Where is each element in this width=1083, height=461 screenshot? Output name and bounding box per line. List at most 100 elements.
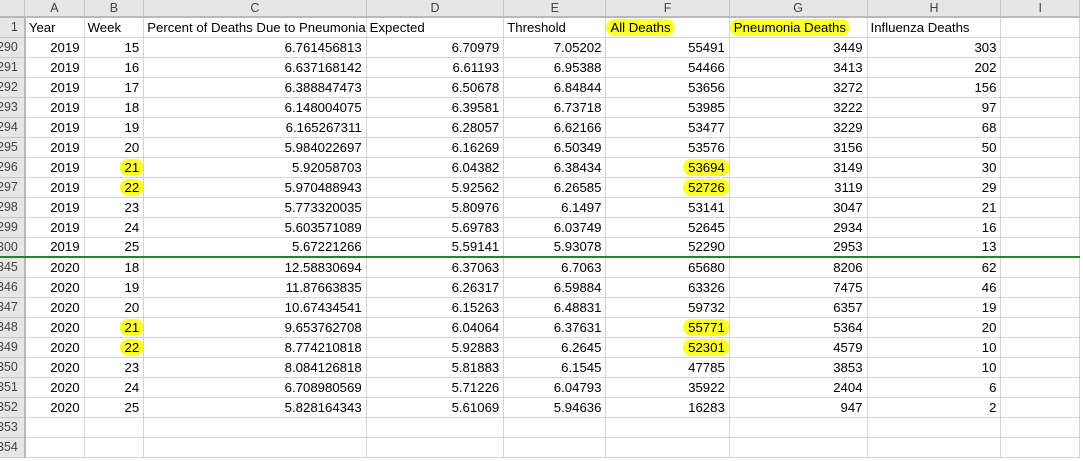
header-cell[interactable]: Pneumonia Deaths xyxy=(729,17,868,38)
cell[interactable] xyxy=(1000,237,1080,258)
header-cell[interactable]: All Deaths xyxy=(605,17,730,38)
column-header-i[interactable]: I xyxy=(1000,0,1080,18)
cell[interactable]: 2019 xyxy=(24,137,85,158)
cell[interactable]: 5.92562 xyxy=(366,177,505,198)
cell[interactable]: 16 xyxy=(867,217,1002,238)
cell[interactable]: 6.50349 xyxy=(503,137,607,158)
cell[interactable]: 8206 xyxy=(729,257,868,278)
cell[interactable]: 22 xyxy=(84,337,145,358)
cell[interactable] xyxy=(1000,97,1080,118)
cell[interactable]: 6.7063 xyxy=(503,257,607,278)
cell[interactable]: 53656 xyxy=(605,77,730,98)
row-header[interactable]: 350 xyxy=(0,357,26,378)
cell[interactable]: 6.708980569 xyxy=(143,377,367,398)
cell[interactable]: 59732 xyxy=(605,297,730,318)
cell[interactable]: 62 xyxy=(867,257,1002,278)
cell[interactable]: 52726 xyxy=(605,177,730,198)
cell[interactable] xyxy=(1000,297,1080,318)
cell[interactable]: 5.603571089 xyxy=(143,217,367,238)
cell[interactable]: 3449 xyxy=(729,37,868,58)
cell[interactable]: 19 xyxy=(867,297,1002,318)
row-header[interactable]: 293 xyxy=(0,97,26,118)
cell[interactable]: 35922 xyxy=(605,377,730,398)
cell[interactable]: 2020 xyxy=(24,297,85,318)
cell[interactable]: 21 xyxy=(867,197,1002,218)
cell[interactable]: 6.04382 xyxy=(366,157,505,178)
cell[interactable]: 6.48831 xyxy=(503,297,607,318)
cell[interactable]: 16283 xyxy=(605,397,730,418)
row-header[interactable]: 298 xyxy=(0,197,26,218)
cell[interactable]: 6.95388 xyxy=(503,57,607,78)
row-header[interactable]: 290 xyxy=(0,37,26,58)
row-header[interactable]: 297 xyxy=(0,177,26,198)
row-header[interactable]: 348 xyxy=(0,317,26,338)
cell[interactable] xyxy=(84,437,145,458)
cell[interactable]: 29 xyxy=(867,177,1002,198)
cell[interactable]: 303 xyxy=(867,37,1002,58)
row-header[interactable]: 299 xyxy=(0,217,26,238)
cell[interactable]: 6.39581 xyxy=(366,97,505,118)
row-header[interactable]: 346 xyxy=(0,277,26,298)
cell[interactable]: 202 xyxy=(867,57,1002,78)
cell[interactable] xyxy=(1000,157,1080,178)
cell[interactable]: 53477 xyxy=(605,117,730,138)
column-header-g[interactable]: G xyxy=(729,0,868,18)
row-header[interactable]: 294 xyxy=(0,117,26,138)
header-cell[interactable]: Influenza Deaths xyxy=(867,17,1002,38)
cell[interactable]: 52290 xyxy=(605,237,730,258)
cell[interactable] xyxy=(366,417,505,438)
header-cell[interactable]: Week xyxy=(84,17,145,38)
cell[interactable] xyxy=(1000,177,1080,198)
cell[interactable] xyxy=(1000,77,1080,98)
column-header-e[interactable]: E xyxy=(503,0,607,18)
cell[interactable]: 25 xyxy=(84,397,145,418)
cell[interactable]: 15 xyxy=(84,37,145,58)
cell[interactable]: 22 xyxy=(84,177,145,198)
cell[interactable]: 5.93078 xyxy=(503,237,607,258)
row-header[interactable]: 1 xyxy=(0,17,26,38)
cell[interactable]: 53694 xyxy=(605,157,730,178)
cell[interactable]: 2020 xyxy=(24,397,85,418)
cell[interactable]: 3149 xyxy=(729,157,868,178)
row-header[interactable]: 353 xyxy=(0,417,26,438)
cell[interactable]: 55771 xyxy=(605,317,730,338)
cell[interactable]: 30 xyxy=(867,157,1002,178)
cell[interactable] xyxy=(1000,217,1080,238)
cell[interactable]: 10 xyxy=(867,357,1002,378)
cell[interactable] xyxy=(1000,37,1080,58)
cell[interactable]: 97 xyxy=(867,97,1002,118)
cell[interactable]: 6 xyxy=(867,377,1002,398)
cell[interactable] xyxy=(1000,117,1080,138)
cell[interactable]: 6.04793 xyxy=(503,377,607,398)
cell[interactable]: 18 xyxy=(84,257,145,278)
cell[interactable]: 19 xyxy=(84,277,145,298)
cell[interactable]: 3156 xyxy=(729,137,868,158)
cell[interactable]: 7475 xyxy=(729,277,868,298)
cell[interactable]: 6.26317 xyxy=(366,277,505,298)
cell[interactable]: 6.62166 xyxy=(503,117,607,138)
cell[interactable]: 55491 xyxy=(605,37,730,58)
cell[interactable]: 17 xyxy=(84,77,145,98)
cell[interactable]: 947 xyxy=(729,397,868,418)
cell[interactable] xyxy=(366,437,505,458)
cell[interactable]: 2019 xyxy=(24,117,85,138)
cell[interactable]: 46 xyxy=(867,277,1002,298)
cell[interactable]: 16 xyxy=(84,57,145,78)
cell[interactable]: 53985 xyxy=(605,97,730,118)
cell[interactable]: 4579 xyxy=(729,337,868,358)
cell[interactable]: 20 xyxy=(867,317,1002,338)
cell[interactable] xyxy=(1000,197,1080,218)
cell[interactable]: 2020 xyxy=(24,357,85,378)
cell[interactable]: 5.59141 xyxy=(366,237,505,258)
cell[interactable]: 6.73718 xyxy=(503,97,607,118)
cell[interactable]: 18 xyxy=(84,97,145,118)
cell[interactable]: 6.2645 xyxy=(503,337,607,358)
cell[interactable]: 2020 xyxy=(24,257,85,278)
cell[interactable]: 5.92883 xyxy=(366,337,505,358)
cell[interactable] xyxy=(1000,397,1080,418)
cell[interactable]: 5.61069 xyxy=(366,397,505,418)
cell[interactable] xyxy=(1000,257,1080,278)
header-cell[interactable]: Year xyxy=(24,17,85,38)
cell[interactable]: 5.828164343 xyxy=(143,397,367,418)
cell[interactable]: 6.61193 xyxy=(366,57,505,78)
